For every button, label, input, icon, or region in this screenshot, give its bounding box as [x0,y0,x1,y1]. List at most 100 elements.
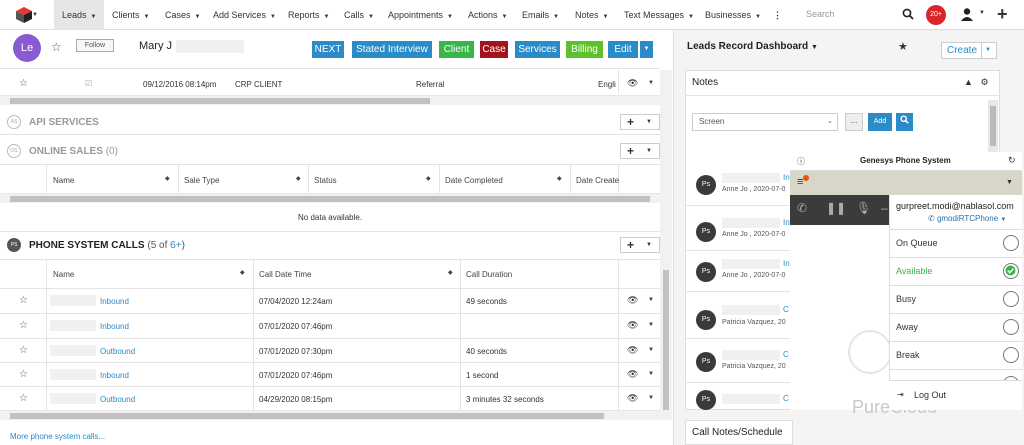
horizontal-scrollbar[interactable] [0,410,660,420]
row-actions[interactable]: 👁 ▼ [621,319,661,333]
row-star-icon[interactable]: ☆ [19,369,28,380]
online-sales-title[interactable]: ONLINE SALES (0) [29,146,118,157]
nav-item-calls[interactable]: Calls ▼ [344,0,374,30]
logo-dropdown-caret-icon[interactable]: ▼ [32,0,38,30]
call-direction-link[interactable]: Inbound [100,297,129,306]
eye-icon[interactable]: 👁 [627,295,638,306]
chevron-down-icon[interactable]: ▼ [648,80,654,86]
note-link[interactable]: C [783,305,789,314]
checkbox-icon[interactable]: ☑ [85,79,92,88]
nav-item-appointments[interactable]: Appointments ▼ [388,0,453,30]
column-header-date-completed[interactable]: Date Completed [445,176,503,185]
column-header-sale-type[interactable]: Sale Type [184,176,219,185]
chevron-down-icon[interactable]: ▼ [985,43,991,58]
note-link[interactable]: In [783,218,790,227]
phone-icon[interactable]: ✆ [797,201,807,215]
column-header-name[interactable]: Name [53,176,74,185]
radio-button[interactable] [1003,291,1019,307]
call-direction-link[interactable]: Inbound [100,371,129,380]
eye-icon[interactable]: 👁 [627,320,638,331]
nav-item-emails[interactable]: Emails ▼ [522,0,559,30]
logout-button[interactable]: Log Out [914,390,946,400]
edit-dropdown-caret-icon[interactable]: ▼ [639,41,653,58]
chevron-down-icon[interactable]: ▼ [646,119,652,125]
client-button[interactable]: Client [439,41,474,58]
chevron-down-icon[interactable]: ▼ [646,242,652,248]
row-star-icon[interactable]: ☆ [19,393,28,404]
nav-item-reports[interactable]: Reports ▼ [288,0,329,30]
sort-icon[interactable]: ◆ [296,175,301,182]
sort-icon[interactable]: ◆ [557,175,562,182]
chevron-down-icon[interactable]: ▼ [648,371,654,377]
more-phone-calls-link[interactable]: More phone system calls... [10,432,105,441]
more-calls-count-link[interactable]: 6+ [170,240,181,251]
edit-button[interactable]: Edit [608,41,638,58]
eye-icon[interactable]: 👁 [627,393,638,404]
phone-calls-controls[interactable]: + ▼ [620,237,660,253]
nav-item-cases[interactable]: Cases ▼ [165,0,200,30]
row-actions[interactable]: 👁 ▼ [621,368,661,382]
services-button[interactable]: Services [515,41,560,58]
nav-item-text-messages[interactable]: Text Messages ▼ [624,0,694,30]
stated-interview-button[interactable]: Stated Interview [352,41,432,58]
info-icon[interactable]: ⓘ [797,156,805,167]
phone-selector[interactable]: ✆ gmodiRTCPhone ▼ [928,214,1006,223]
add-note-button[interactable]: Add [868,113,892,131]
chevron-down-icon[interactable]: ▼ [648,322,654,328]
plus-icon[interactable]: + [997,5,1008,23]
row-star-icon[interactable]: ☆ [19,78,28,89]
row-actions[interactable]: 👁 ▼ [621,77,661,91]
next-button[interactable]: NEXT [312,41,344,58]
more-options-button[interactable]: ... [845,113,863,131]
call-direction-link[interactable]: Outbound [100,395,135,404]
sort-icon[interactable]: ◆ [165,175,170,182]
vertical-scrollbar[interactable] [660,70,672,420]
notes-search-button[interactable] [896,113,913,131]
notes-controls[interactable]: ▲ ⚙ [964,77,989,88]
column-header-name[interactable]: Name [53,270,74,279]
phone-system-calls-title[interactable]: PHONE SYSTEM CALLS (5 of 6+) [29,240,185,251]
user-menu-chevron-icon[interactable]: ▼ [979,10,985,16]
search-icon[interactable] [902,8,914,20]
microphone-icon[interactable]: 🎙 [856,201,871,215]
follow-button[interactable]: Follow [76,39,114,52]
column-header-call-date-time[interactable]: Call Date Time [259,270,311,279]
note-link[interactable]: In [783,259,790,268]
nav-item-notes[interactable]: Notes ▼ [575,0,608,30]
nav-item-actions[interactable]: Actions ▼ [468,0,507,30]
radio-button[interactable] [1003,235,1019,251]
pause-icon[interactable]: ❚❚ [826,201,846,215]
gear-icon[interactable]: ⚙ [980,77,988,87]
eye-icon[interactable]: 👁 [627,78,638,89]
dashboard-title[interactable]: Leads Record Dashboard ▼ [687,41,818,52]
online-sales-controls[interactable]: + ▼ [620,143,660,159]
horizontal-scrollbar[interactable] [0,95,660,105]
nav-item-businesses[interactable]: Businesses ▼ [705,0,761,30]
app-logo-icon[interactable] [14,6,34,24]
note-link[interactable]: C [783,394,789,403]
favorite-star-icon[interactable]: ☆ [51,40,62,54]
case-button[interactable]: Case [480,41,508,58]
call-direction-link[interactable]: Outbound [100,347,135,356]
add-icon[interactable]: + [627,238,634,252]
sort-icon[interactable]: ◆ [240,269,245,276]
call-notes-dashlet-title[interactable]: Call Notes/Schedule [685,420,793,445]
more-tools-icon[interactable]: – [881,201,888,215]
sort-icon[interactable]: ◆ [426,175,431,182]
collapse-icon[interactable]: ▲ [964,77,973,87]
nav-item-add-services[interactable]: Add Services ▼ [213,0,276,30]
column-header-date-created[interactable]: Date Create [576,176,619,185]
note-link[interactable]: In [783,173,790,182]
add-icon[interactable]: + [627,115,634,129]
note-link[interactable]: C [783,350,789,359]
radio-button-selected[interactable] [1003,263,1019,279]
chevron-down-icon[interactable]: ▼ [648,297,654,303]
add-icon[interactable]: + [627,144,634,158]
chevron-down-icon[interactable]: ▼ [1006,179,1013,186]
column-header-status[interactable]: Status [314,176,337,185]
billing-button[interactable]: Billing [566,41,603,58]
logout-row[interactable] [889,380,1022,410]
notification-badge[interactable]: 20+ [926,5,946,25]
api-services-title[interactable]: API SERVICES [29,117,99,128]
row-actions[interactable]: 👁 ▼ [621,344,661,358]
